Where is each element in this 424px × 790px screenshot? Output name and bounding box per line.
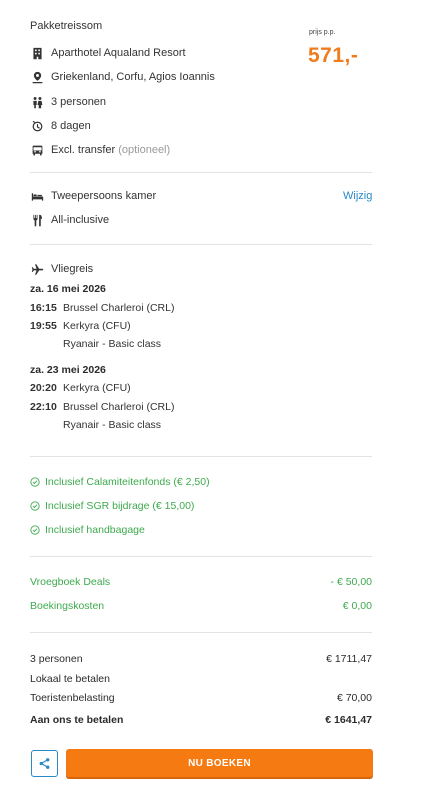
persons-row: 3 personen [30,94,106,110]
arrival-airport: Kerkyra (CFU) [63,320,131,332]
outbound-leg: 19:55 Kerkyra (CFU) [30,320,131,332]
fee-value: € 0,00 [342,600,372,612]
check-circle-icon [30,525,40,535]
edit-room-link[interactable]: Wijzig [343,190,372,202]
divider [30,456,372,457]
pay-row: Aan ons te betalen € 1641,47 [30,714,372,726]
fee-label: Boekingskosten [30,600,105,612]
location-row: Griekenland, Corfu, Agios Ioannis [30,69,215,85]
included-label: Inclusief Calamiteitenfonds (€ 2,50) [45,476,210,488]
bus-icon [30,143,44,157]
location-text: Griekenland, Corfu, Agios Ioannis [51,71,215,83]
tax-row: Toeristenbelasting € 70,00 [30,692,372,704]
share-button[interactable] [31,750,58,777]
map-pin-icon [30,70,44,84]
divider [30,556,372,557]
outbound-airline: Ryanair - Basic class [63,338,162,350]
duration-row: 8 dagen [30,118,91,134]
price-value: 571,- [308,44,359,67]
persons-text: 3 personen [51,96,107,108]
bed-icon [30,189,44,203]
outbound-date: za. 16 mei 2026 [30,283,106,295]
board-row: All-inclusive [30,212,109,228]
room-type: Tweepersoons kamer [51,190,157,202]
arrival-time: 19:55 [30,320,57,332]
tax-label: Toeristenbelasting [30,692,115,704]
local-pay-row: Lokaal te betalen [30,673,372,685]
discount-value: - € 50,00 [330,576,372,588]
local-pay-label: Lokaal te betalen [30,673,110,685]
pay-value: € 1641,47 [325,714,372,726]
divider [30,172,372,173]
discount-row: Vroegboek Deals - € 50,00 [30,576,372,588]
included-label: Inclusief SGR bijdrage (€ 15,00) [45,500,195,512]
included-item: Inclusief handbagage [30,524,145,536]
included-label: Inclusief handbagage [45,524,145,536]
fee-row: Boekingskosten € 0,00 [30,600,372,612]
included-item: Inclusief Calamiteitenfonds (€ 2,50) [30,476,210,488]
cutlery-icon [30,213,44,227]
divider [30,244,372,245]
clock-icon [30,119,44,133]
transfer-text: Excl. transfer [51,144,116,156]
room-row: Tweepersoons kamer [30,188,156,204]
discount-label: Vroegboek Deals [30,576,111,588]
return-leg: 20:20 Kerkyra (CFU) [30,382,131,394]
transfer-row: Excl. transfer (optioneel) [30,142,170,158]
hotel-name: Aparthotel Aqualand Resort [51,47,186,59]
divider [30,632,372,633]
hotel-row: Aparthotel Aqualand Resort [30,45,186,61]
arrival-time: 22:10 [30,401,57,413]
departure-time: 16:15 [30,302,57,314]
departure-airport: Kerkyra (CFU) [63,382,131,394]
check-circle-icon [30,501,40,511]
price-per-person-label: prijs p.p. [309,29,336,36]
total-persons-row: 3 personen € 1711,47 [30,653,372,665]
book-now-button[interactable]: NU BOEKEN [66,749,373,777]
total-persons-label: 3 personen [30,653,83,665]
share-icon [39,758,50,769]
duration-text: 8 dagen [51,120,91,132]
departure-time: 20:20 [30,382,57,394]
page-title: Pakketreissom [30,20,103,32]
departure-airport: Brussel Charleroi (CRL) [63,302,175,314]
return-airline: Ryanair - Basic class [63,419,162,431]
tax-value: € 70,00 [336,692,372,704]
building-icon [30,46,44,60]
board-type: All-inclusive [51,214,110,226]
check-circle-icon [30,477,40,487]
arrival-airport: Brussel Charleroi (CRL) [63,401,175,413]
return-date: za. 23 mei 2026 [30,364,106,376]
outbound-leg: 16:15 Brussel Charleroi (CRL) [30,302,174,314]
people-icon [30,95,44,109]
flight-header-row: Vliegreis [30,261,93,277]
pay-label: Aan ons te betalen [30,714,124,726]
included-item: Inclusief SGR bijdrage (€ 15,00) [30,500,194,512]
total-persons-value: € 1711,47 [326,653,372,665]
airplane-icon [30,262,44,276]
flight-header: Vliegreis [51,263,94,275]
return-leg: 22:10 Brussel Charleroi (CRL) [30,401,174,413]
transfer-note: (optioneel) [118,144,171,156]
